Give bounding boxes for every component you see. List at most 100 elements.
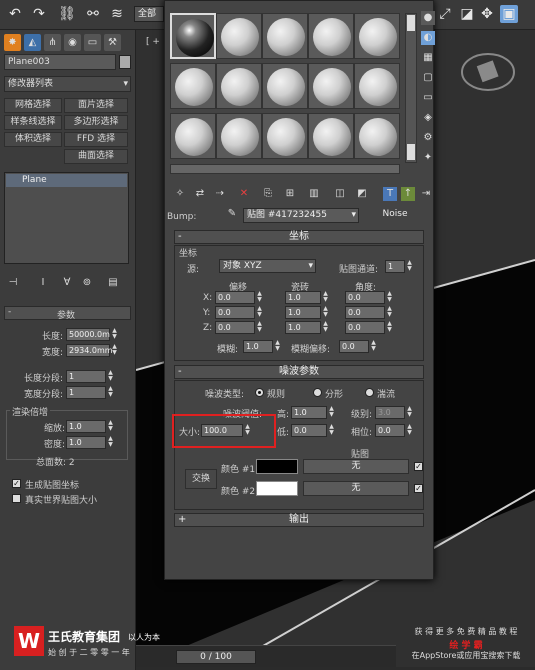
spinner-arrows-icon[interactable]: ▲ ▼ [322, 291, 329, 304]
spinner-arrows-icon[interactable]: ▲ ▼ [111, 344, 118, 357]
spinner-arrows-icon[interactable]: ▲ ▼ [107, 386, 114, 399]
tiling-y-spinner[interactable]: 1.0 [285, 306, 321, 319]
blur-spinner[interactable]: 1.0 [243, 340, 273, 353]
move-icon[interactable]: ✥ [478, 5, 496, 23]
spinner-arrows-icon[interactable]: ▲ ▼ [256, 291, 263, 304]
angle-z-spinner[interactable]: 0.0 [345, 321, 385, 334]
map-channel-spinner[interactable]: 1 [385, 260, 405, 273]
go-to-parent-icon[interactable]: ↑ [401, 187, 415, 201]
sample-type-icon[interactable]: ● [421, 11, 435, 25]
material-slot[interactable] [170, 113, 216, 159]
surface-select-button[interactable]: 曲面选择 [64, 149, 128, 164]
mesh-select-button[interactable]: 网格选择 [4, 98, 62, 113]
length-spinner[interactable]: 50000.0m [66, 328, 110, 341]
width-spinner[interactable]: 2934.0mm [66, 344, 113, 357]
maximize-viewport-icon[interactable]: ▣ [500, 5, 518, 23]
object-color-swatch[interactable] [119, 55, 131, 69]
display-tab-icon[interactable]: ▭ [84, 34, 101, 51]
noise-rollout-header[interactable]: - 噪波参数 [174, 365, 424, 379]
unlink-icon[interactable]: ⚯ [84, 5, 102, 23]
get-material-icon[interactable]: ✧ [173, 187, 187, 201]
color2-map-button[interactable]: 无 [303, 481, 409, 496]
color1-map-button[interactable]: 无 [303, 459, 409, 474]
options-icon[interactable]: ⚙ [421, 131, 435, 145]
color2-swatch[interactable] [256, 481, 298, 496]
low-spinner[interactable]: 0.0 [291, 424, 327, 437]
material-slot[interactable] [354, 13, 400, 59]
patch-select-button[interactable]: 面片选择 [64, 98, 128, 113]
map-type-button[interactable]: Noise [363, 208, 427, 223]
color1-map-checkbox[interactable]: ✓ [414, 462, 423, 471]
put-to-scene-icon[interactable]: ⇄ [193, 187, 207, 201]
high-spinner[interactable]: 1.0 [291, 406, 327, 419]
assign-material-icon[interactable]: ⇢ [213, 187, 227, 201]
offset-x-spinner[interactable]: 0.0 [215, 291, 255, 304]
show-map-icon[interactable]: ◩ [355, 187, 369, 201]
map-name-dropdown[interactable]: 贴图 #417232455 ▾ [243, 208, 359, 223]
redo-icon[interactable]: ↷ [30, 5, 48, 23]
copy-material-icon[interactable]: ⎘ [261, 187, 275, 201]
phase-spinner[interactable]: 0.0 [375, 424, 405, 437]
spinner-arrows-icon[interactable]: ▲ ▼ [328, 406, 335, 419]
params-rollout-header[interactable]: - 参数 [4, 306, 131, 321]
background-icon[interactable]: ▦ [421, 51, 435, 65]
spinner-arrows-icon[interactable]: ▲ ▼ [256, 321, 263, 334]
material-slot[interactable] [308, 13, 354, 59]
show-end-result-icon[interactable]: I [36, 276, 50, 290]
spinner-arrows-icon[interactable]: ▲ ▼ [386, 291, 393, 304]
stack-item-plane[interactable]: Plane [6, 174, 127, 187]
modify-tab-icon[interactable]: ◭ [24, 34, 41, 51]
spinner-arrows-icon[interactable]: ▲ ▼ [107, 370, 114, 383]
noise-type-regular-radio[interactable] [255, 388, 264, 397]
scrollbar-down-icon[interactable] [407, 144, 415, 160]
make-preview-icon[interactable]: ◈ [421, 111, 435, 125]
color2-map-checkbox[interactable]: ✓ [414, 484, 423, 493]
create-tab-icon[interactable]: ✸ [4, 34, 21, 51]
coords-rollout-header[interactable]: - 坐标 [174, 230, 424, 244]
noise-type-turbulence-radio[interactable] [365, 388, 374, 397]
material-slot[interactable] [216, 113, 262, 159]
length-segs-spinner[interactable]: 1 [66, 370, 106, 383]
time-slider[interactable]: 0 / 100 [136, 645, 396, 667]
material-slot[interactable] [354, 63, 400, 109]
scale-spinner[interactable]: 1.0 [66, 420, 106, 433]
material-slot[interactable] [262, 113, 308, 159]
spinner-arrows-icon[interactable]: ▲ ▼ [386, 321, 393, 334]
go-forward-sibling-icon[interactable]: ⇥ [419, 187, 433, 201]
gen-mapping-checkbox[interactable]: ✓ [12, 479, 21, 488]
spinner-arrows-icon[interactable]: ▲ ▼ [274, 340, 281, 353]
spinner-arrows-icon[interactable]: ▲ ▼ [322, 321, 329, 334]
ffd-select-button[interactable]: FFD 选择 [64, 132, 128, 147]
material-slot[interactable] [308, 113, 354, 159]
uv-tiling-icon[interactable]: ▢ [421, 71, 435, 85]
spinner-arrows-icon[interactable]: ▲ ▼ [406, 260, 413, 273]
swap-button[interactable]: 交换 [185, 469, 217, 489]
remove-modifier-icon[interactable]: ⊚ [80, 276, 94, 290]
real-world-checkbox[interactable] [12, 494, 21, 503]
spinner-arrows-icon[interactable]: ▲ ▼ [386, 306, 393, 319]
material-slot[interactable] [170, 63, 216, 109]
spinner-arrows-icon[interactable]: ▲ ▼ [370, 340, 377, 353]
make-unique-icon[interactable]: ∀ [60, 276, 74, 290]
spline-select-button[interactable]: 样条线选择 [4, 115, 62, 130]
density-spinner[interactable]: 1.0 [66, 436, 106, 449]
video-check-icon[interactable]: ▭ [421, 91, 435, 105]
undo-icon[interactable]: ↶ [6, 5, 24, 23]
offset-z-spinner[interactable]: 0.0 [215, 321, 255, 334]
tiling-z-spinner[interactable]: 1.0 [285, 321, 321, 334]
material-slot[interactable] [170, 13, 216, 59]
snap-icon[interactable]: ◪ [458, 5, 476, 23]
spinner-arrows-icon[interactable]: ▲ ▼ [111, 328, 118, 341]
spinner-arrows-icon[interactable]: ▲ ▼ [406, 406, 413, 419]
slots-vertical-scrollbar[interactable] [405, 13, 417, 163]
hierarchy-tab-icon[interactable]: ⋔ [44, 34, 61, 51]
material-slot[interactable] [262, 63, 308, 109]
noise-type-fractal-radio[interactable] [313, 388, 322, 397]
reset-map-icon[interactable]: ✕ [237, 187, 251, 201]
scrollbar-up-icon[interactable] [407, 15, 415, 31]
material-slot[interactable] [308, 63, 354, 109]
slots-horizontal-scrollbar[interactable] [170, 164, 400, 174]
show-end-result-icon[interactable]: T [383, 187, 397, 201]
object-name-field[interactable]: Plane003 [4, 54, 116, 70]
tiling-x-spinner[interactable]: 1.0 [285, 291, 321, 304]
